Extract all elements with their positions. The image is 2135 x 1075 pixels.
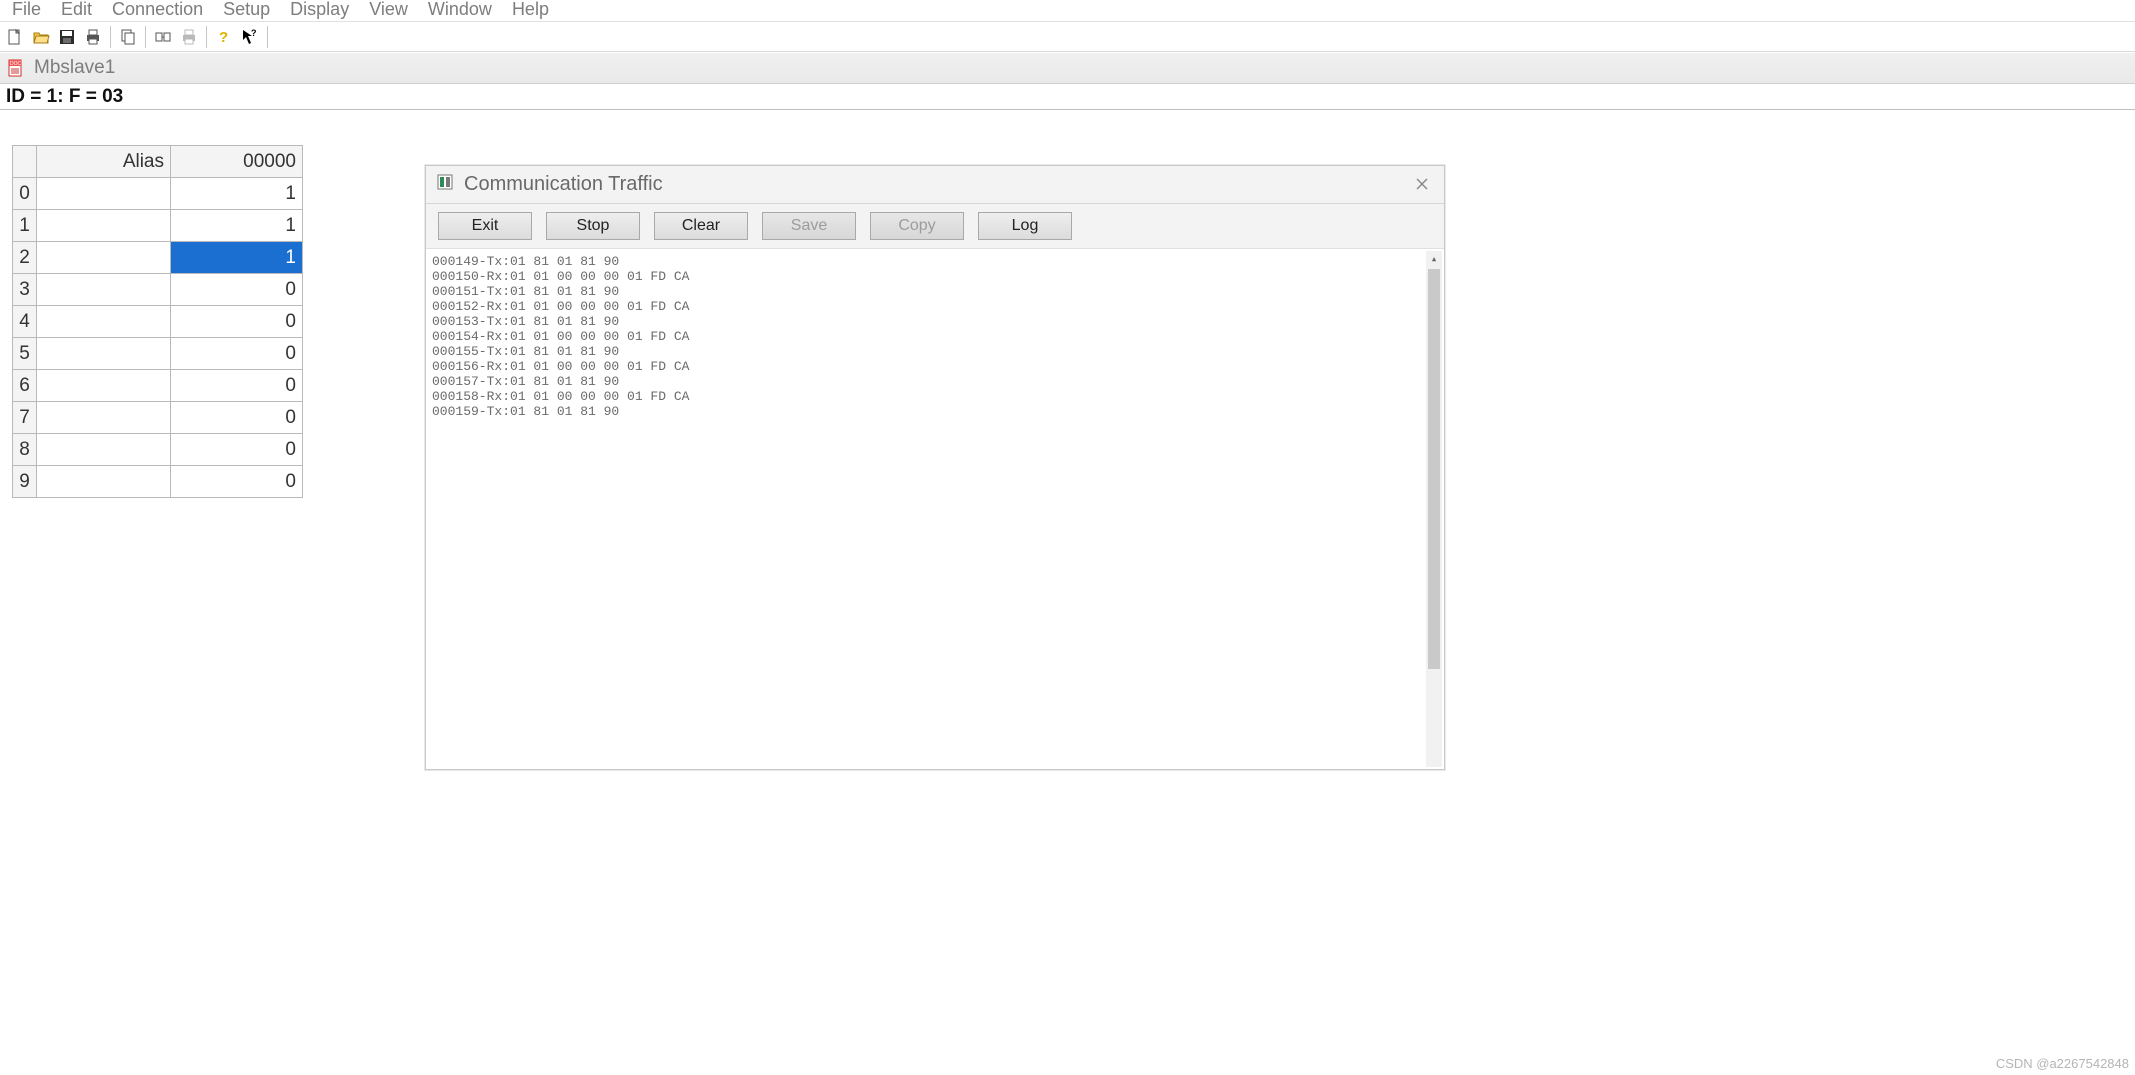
table-row[interactable]: 80 (13, 434, 303, 466)
table-row[interactable]: 01 (13, 178, 303, 210)
status-text: ID = 1: F = 03 (6, 86, 123, 108)
cell-alias[interactable] (37, 434, 171, 466)
cell-value[interactable]: 0 (171, 434, 303, 466)
row-index[interactable]: 3 (13, 274, 37, 306)
subwindow-title: Mbslave1 (34, 57, 115, 79)
stop-button[interactable]: Stop (546, 212, 640, 240)
print2-icon[interactable] (177, 25, 201, 49)
help-icon[interactable]: ? (212, 25, 236, 49)
cell-value[interactable]: 0 (171, 402, 303, 434)
cell-alias[interactable] (37, 306, 171, 338)
cell-alias[interactable] (37, 178, 171, 210)
scroll-thumb[interactable] (1428, 269, 1440, 669)
dialog-button-row: Exit Stop Clear Save Copy Log (426, 204, 1444, 249)
scrollbar[interactable]: ▴ (1426, 251, 1442, 767)
clear-button[interactable]: Clear (654, 212, 748, 240)
svg-text:?: ? (219, 29, 228, 46)
row-index[interactable]: 4 (13, 306, 37, 338)
print-icon[interactable] (81, 25, 105, 49)
close-icon[interactable] (1408, 170, 1436, 198)
row-index[interactable]: 5 (13, 338, 37, 370)
cell-alias[interactable] (37, 466, 171, 498)
table-header-corner[interactable] (13, 146, 37, 178)
row-index[interactable]: 2 (13, 242, 37, 274)
whatsthis-icon[interactable]: ? (238, 25, 262, 49)
menu-file[interactable]: File (2, 0, 51, 18)
new-icon[interactable] (3, 25, 27, 49)
save-icon[interactable] (55, 25, 79, 49)
dialog-log-area[interactable]: 000149-Tx:01 81 01 81 90 000150-Rx:01 01… (426, 249, 1444, 769)
cell-value[interactable]: 1 (171, 178, 303, 210)
scroll-up-icon[interactable]: ▴ (1426, 251, 1442, 267)
table-row[interactable]: 60 (13, 370, 303, 402)
log-text: 000149-Tx:01 81 01 81 90 000150-Rx:01 01… (432, 254, 1438, 419)
cell-alias[interactable] (37, 242, 171, 274)
content-area: Alias 00000 01112130405060708090 Communi… (0, 110, 2135, 1075)
copy-button[interactable]: Copy (870, 212, 964, 240)
menu-window[interactable]: Window (418, 0, 502, 18)
toolbar-separator (145, 26, 146, 48)
cell-value[interactable]: 1 (171, 242, 303, 274)
menu-view[interactable]: View (359, 0, 418, 18)
copy-icon[interactable] (116, 25, 140, 49)
table-header-alias[interactable]: Alias (37, 146, 171, 178)
table-row[interactable]: 30 (13, 274, 303, 306)
cell-alias[interactable] (37, 370, 171, 402)
menu-edit[interactable]: Edit (51, 0, 102, 18)
register-table[interactable]: Alias 00000 01112130405060708090 (12, 145, 303, 498)
toolbar-separator (206, 26, 207, 48)
menubar: FileEditConnectionSetupDisplayViewWindow… (0, 0, 2135, 22)
open-icon[interactable] (29, 25, 53, 49)
menu-help[interactable]: Help (502, 0, 559, 18)
cell-value[interactable]: 0 (171, 338, 303, 370)
table-row[interactable]: 40 (13, 306, 303, 338)
comm-traffic-dialog: Communication Traffic Exit Stop Clear Sa… (425, 165, 1445, 770)
document-icon: DOC (6, 58, 26, 78)
menu-connection[interactable]: Connection (102, 0, 213, 18)
table-row[interactable]: 21 (13, 242, 303, 274)
cell-value[interactable]: 0 (171, 306, 303, 338)
cell-value[interactable]: 1 (171, 210, 303, 242)
status-line: ID = 1: F = 03 (0, 84, 2135, 110)
menu-setup[interactable]: Setup (213, 0, 280, 18)
table-row[interactable]: 90 (13, 466, 303, 498)
comm-icon[interactable] (151, 25, 175, 49)
menu-display[interactable]: Display (280, 0, 359, 18)
row-index[interactable]: 8 (13, 434, 37, 466)
cell-value[interactable]: 0 (171, 370, 303, 402)
exit-button[interactable]: Exit (438, 212, 532, 240)
cell-alias[interactable] (37, 338, 171, 370)
log-button[interactable]: Log (978, 212, 1072, 240)
cell-value[interactable]: 0 (171, 274, 303, 306)
row-index[interactable]: 9 (13, 466, 37, 498)
toolbar-separator (110, 26, 111, 48)
table-header-value[interactable]: 00000 (171, 146, 303, 178)
cell-value[interactable]: 0 (171, 466, 303, 498)
table-row[interactable]: 11 (13, 210, 303, 242)
save-button[interactable]: Save (762, 212, 856, 240)
subwindow-titlebar: DOC Mbslave1 (0, 52, 2135, 84)
row-index[interactable]: 0 (13, 178, 37, 210)
svg-text:?: ? (251, 28, 257, 38)
dialog-titlebar[interactable]: Communication Traffic (426, 166, 1444, 204)
row-index[interactable]: 1 (13, 210, 37, 242)
dialog-title: Communication Traffic (464, 173, 663, 196)
cell-alias[interactable] (37, 402, 171, 434)
row-index[interactable]: 6 (13, 370, 37, 402)
table-row[interactable]: 70 (13, 402, 303, 434)
toolbar-separator (267, 26, 268, 48)
svg-text:DOC: DOC (10, 61, 22, 67)
cell-alias[interactable] (37, 274, 171, 306)
table-row[interactable]: 50 (13, 338, 303, 370)
cell-alias[interactable] (37, 210, 171, 242)
toolbar: ? ? (0, 22, 2135, 52)
watermark: CSDN @a2267542848 (1996, 1056, 2129, 1071)
row-index[interactable]: 7 (13, 402, 37, 434)
dialog-app-icon (436, 173, 454, 197)
